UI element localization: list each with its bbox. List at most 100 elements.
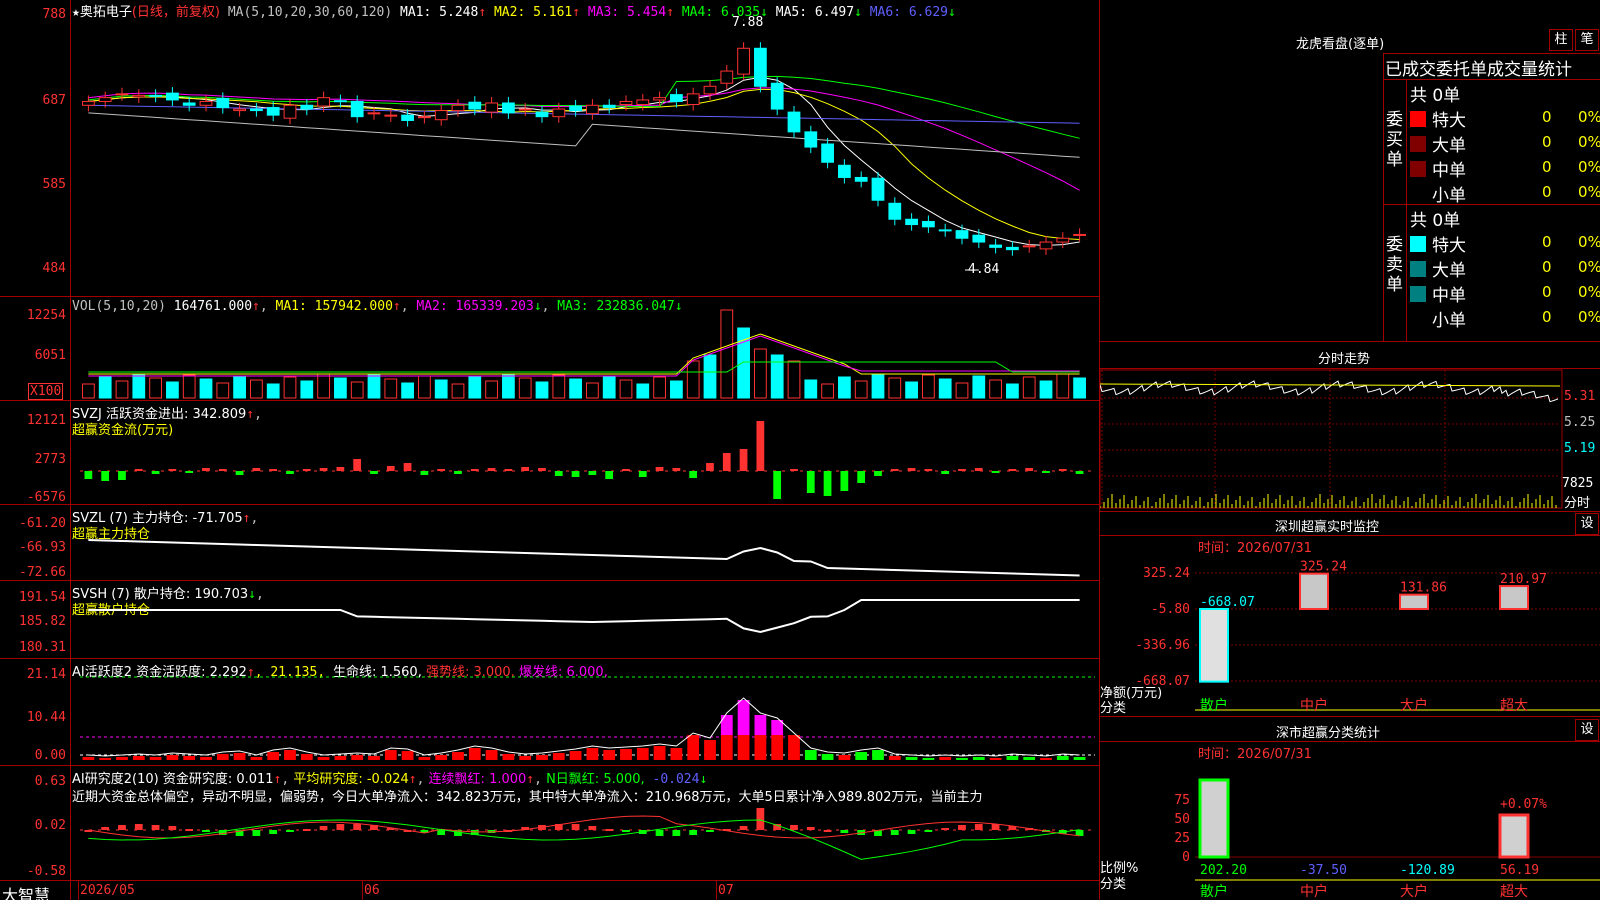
research-bar (437, 830, 446, 835)
candle-body (821, 143, 834, 163)
svzj-bar (185, 471, 194, 473)
svzj-bar (353, 459, 362, 471)
ai-active-bar (183, 756, 196, 760)
candle-body (770, 82, 784, 110)
research-bar (890, 830, 899, 835)
candle-body (670, 94, 683, 102)
research-bar (806, 827, 815, 830)
volume-bar (938, 378, 952, 399)
ai-active-bar (384, 750, 397, 760)
volume-bar (552, 374, 566, 399)
volume-bar (451, 383, 465, 399)
svzj-bar (202, 468, 210, 471)
volume-bar (1022, 376, 1036, 399)
ai-active-bar (418, 757, 431, 760)
ai-active-bar (435, 755, 448, 760)
ai-active-bar (720, 735, 733, 760)
research-bar (974, 824, 983, 830)
candle-body (434, 110, 448, 121)
svzj-bar (370, 471, 378, 474)
ai-active-bar (1056, 756, 1069, 760)
volume-bar (955, 382, 969, 399)
research-bar (252, 830, 261, 836)
ratio-tick: 25 (1174, 831, 1190, 846)
candle-body (922, 221, 935, 228)
volume-bar (586, 382, 599, 399)
svzj-bar (588, 471, 597, 475)
svzj-bar (403, 463, 412, 471)
candle-body (686, 93, 700, 106)
ai-active-bar (603, 750, 616, 760)
svzj-bar (538, 468, 546, 471)
svzj-bar (386, 466, 395, 471)
svzj-bar (941, 471, 950, 474)
volume-bar (233, 375, 246, 399)
volume-bar (569, 378, 582, 399)
research-bar (840, 830, 849, 833)
candle-body (250, 108, 263, 112)
candle-body (502, 102, 515, 114)
ratio-category: 散户 (1200, 883, 1228, 900)
svzj-bar (739, 449, 748, 471)
candle-body (149, 94, 162, 97)
candle-body (418, 116, 431, 119)
candle-body (1073, 233, 1086, 236)
volume-bar (670, 380, 683, 399)
net-value-label: 325.24 (1300, 560, 1347, 575)
ma5-line (88, 112, 1080, 158)
research-bar (269, 830, 278, 834)
research-bar (941, 828, 950, 830)
net-value-label: 210.97 (1500, 572, 1547, 587)
volume-bar (300, 380, 314, 399)
volume-bar (720, 309, 734, 399)
candle-body (838, 164, 851, 178)
volume-bar (703, 354, 717, 399)
candle-body (216, 97, 230, 109)
ai-active-line (88, 697, 1080, 757)
research-bar (302, 829, 311, 831)
volume-bar (166, 381, 179, 399)
ai-active-bar (804, 750, 817, 760)
volume-bar (334, 377, 347, 399)
svzj-bar (218, 469, 227, 471)
ai-active-bar (368, 756, 380, 760)
ratio-bar (1198, 778, 1230, 859)
ai-active-bar (82, 757, 95, 760)
stock-charts[interactable] (0, 0, 1100, 900)
svzj-bar (504, 469, 513, 471)
ai-active-bar (569, 751, 582, 760)
ai-active-bar (99, 758, 112, 760)
ma6-line (88, 104, 1080, 124)
volume-bar (518, 377, 532, 399)
ai-active-bar (485, 750, 498, 760)
volume-bar (401, 382, 414, 399)
candle-body (367, 112, 381, 115)
ai-active-bar (116, 757, 128, 760)
research-bar (622, 830, 630, 832)
svzj-bar (840, 471, 849, 491)
candle-body (569, 105, 582, 112)
candle-body (283, 104, 297, 119)
volume-bar (132, 373, 146, 399)
ratio-tick: 0 (1182, 850, 1190, 865)
research-bar (118, 825, 126, 830)
research-bar (571, 824, 580, 830)
candle-body (82, 100, 95, 106)
svzj-bar (823, 471, 832, 496)
research-bar (588, 826, 597, 830)
net-category: 中户 (1300, 697, 1328, 714)
net-tick: -336.96 (1135, 638, 1190, 653)
svzj-bar (521, 467, 530, 471)
candle-body (401, 114, 414, 121)
ratio-value: 56.19 (1500, 863, 1539, 878)
candle-body (703, 85, 717, 95)
svzj-bar (924, 469, 933, 471)
research-bar (756, 808, 765, 830)
candle-body (485, 102, 498, 113)
svzj-bar (437, 469, 446, 471)
volume-bar (922, 374, 935, 399)
candle-body (787, 111, 801, 133)
net-category: 超大 (1500, 698, 1528, 714)
svzj-bar (84, 471, 93, 479)
candle-body (1039, 241, 1053, 250)
